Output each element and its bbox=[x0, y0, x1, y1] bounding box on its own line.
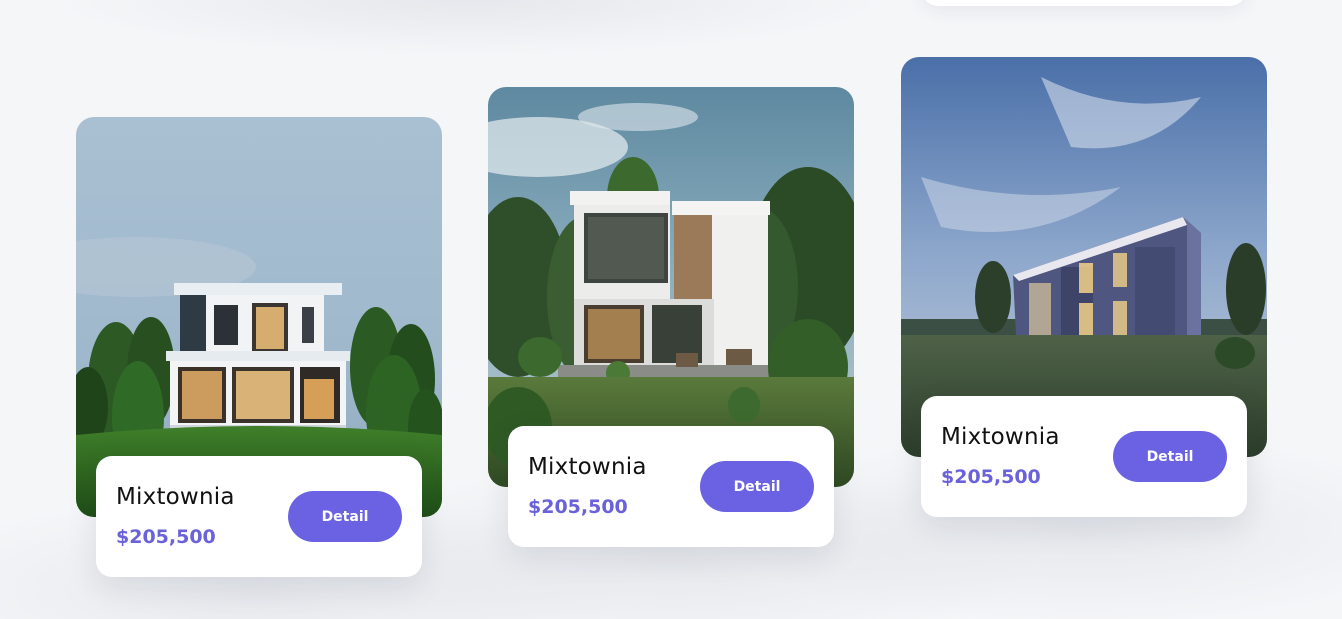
property-price: $205,500 bbox=[116, 526, 216, 548]
property-price: $205,500 bbox=[941, 466, 1041, 488]
detail-button[interactable]: Detail bbox=[288, 491, 402, 542]
property-card: Mixtownia $205,500 Detail bbox=[488, 87, 854, 547]
property-info-panel: Mixtownia $205,500 Detail bbox=[921, 396, 1247, 517]
property-info-panel: Mixtownia $205,500 Detail bbox=[508, 426, 834, 547]
property-price: $205,500 bbox=[528, 496, 628, 518]
detail-button[interactable]: Detail bbox=[1113, 431, 1227, 482]
partial-card-above bbox=[922, 0, 1246, 6]
property-info-panel: Mixtownia $205,500 Detail bbox=[96, 456, 422, 577]
property-name: Mixtownia bbox=[941, 424, 1060, 450]
property-card: Mixtownia $205,500 Detail bbox=[76, 117, 442, 577]
property-name: Mixtownia bbox=[116, 484, 235, 510]
detail-button[interactable]: Detail bbox=[700, 461, 814, 512]
property-card: Mixtownia $205,500 Detail bbox=[901, 57, 1267, 517]
property-name: Mixtownia bbox=[528, 454, 647, 480]
